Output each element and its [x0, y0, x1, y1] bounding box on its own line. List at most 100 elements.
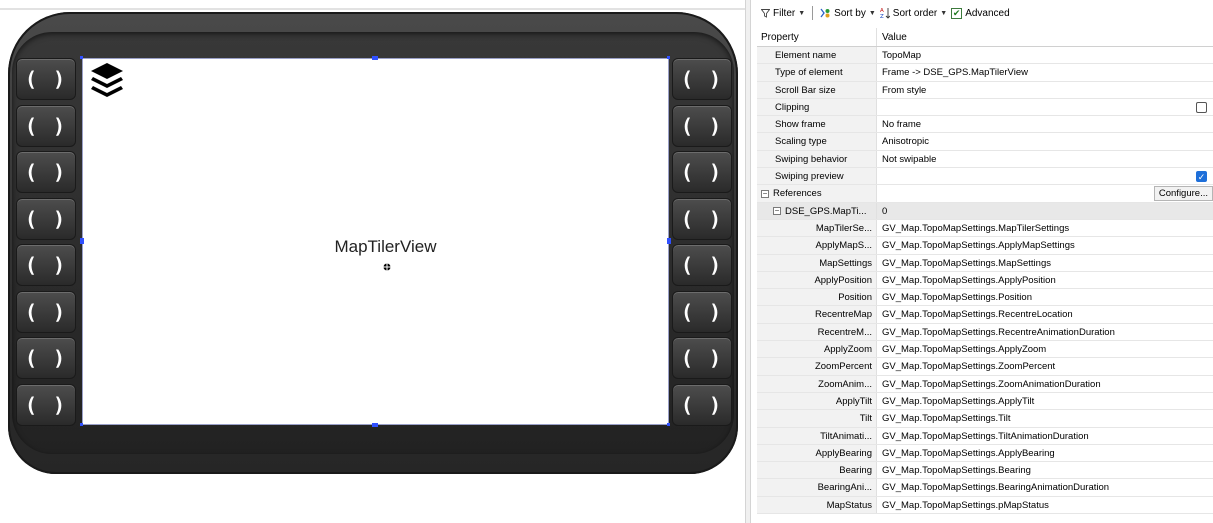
property-value[interactable]: Not swipable	[877, 151, 1213, 167]
right-softkey-1[interactable]: ( )	[672, 58, 732, 100]
resize-handle-top-right[interactable]	[667, 56, 670, 59]
reference-row[interactable]: Bearing GV_Map.TopoMapSettings.Bearing	[757, 462, 1213, 480]
reference-value[interactable]: GV_Map.TopoMapSettings.BearingAnimationD…	[877, 479, 1213, 495]
filter-dropdown[interactable]: Filter ▼	[761, 8, 805, 19]
advanced-checkbox[interactable]: ✔	[951, 7, 963, 19]
reference-value[interactable]: GV_Map.TopoMapSettings.ZoomAnimationDura…	[877, 376, 1213, 392]
reference-value[interactable]: GV_Map.TopoMapSettings.Bearing	[877, 462, 1213, 478]
configure-button[interactable]: Configure...	[1153, 186, 1213, 202]
sort-order-dropdown[interactable]: A Z Sort order ▼	[880, 7, 947, 20]
reference-value[interactable]: GV_Map.TopoMapSettings.RecentreLocation	[877, 306, 1213, 322]
reference-row[interactable]: MapTilerSe... GV_Map.TopoMapSettings.MapT…	[757, 219, 1213, 238]
collapse-icon[interactable]: −	[761, 189, 769, 198]
reference-value[interactable]: GV_Map.TopoMapSettings.ApplyPosition	[877, 272, 1213, 288]
right-softkey-6[interactable]: ( )	[672, 290, 732, 333]
left-softkey-6[interactable]: ( )	[16, 290, 76, 333]
property-value[interactable]: No frame	[877, 116, 1213, 132]
reference-value[interactable]: GV_Map.TopoMapSettings.ApplyBearing	[877, 445, 1213, 461]
resize-handle-bottom-left[interactable]	[80, 423, 83, 426]
reference-row[interactable]: ZoomPercent GV_Map.TopoMapSettings.ZoomPe…	[757, 358, 1213, 376]
property-row[interactable]: Element name TopoMap	[757, 47, 1213, 65]
anchor-point-icon[interactable]	[383, 263, 391, 271]
property-value[interactable]: TopoMap	[877, 47, 1213, 63]
property-row[interactable]: Clipping	[757, 98, 1213, 117]
advanced-toggle[interactable]: ✔ Advanced	[951, 7, 1010, 19]
reference-name: RecentreM...	[757, 323, 877, 341]
property-column-header[interactable]: Property	[757, 28, 877, 46]
left-softkey-5[interactable]: ( )	[16, 244, 76, 286]
reference-row[interactable]: RecentreMap GV_Map.TopoMapSettings.Recent…	[757, 306, 1213, 324]
reference-value[interactable]: GV_Map.TopoMapSettings.TiltAnimationDura…	[877, 428, 1213, 444]
right-softkey-3[interactable]: ( )	[672, 151, 732, 193]
left-softkey-1[interactable]: ( )	[16, 58, 76, 100]
property-value[interactable]	[877, 99, 1213, 115]
references-group-row[interactable]: − References Configure...	[757, 185, 1213, 203]
reference-value[interactable]: GV_Map.TopoMapSettings.ApplyMapSettings	[877, 237, 1213, 253]
property-name: Scaling type	[757, 133, 877, 150]
right-softkey-2[interactable]: ( )	[672, 104, 732, 147]
right-softkey-7[interactable]: ( )	[672, 337, 732, 379]
left-softkey-3[interactable]: ( )	[16, 151, 76, 193]
property-checkbox[interactable]: ✓	[1196, 171, 1207, 183]
resize-handle-top[interactable]	[372, 56, 378, 60]
sort-by-dropdown[interactable]: Sort by ▼	[820, 8, 876, 19]
left-softkey-7[interactable]: ( )	[16, 337, 76, 379]
reference-value[interactable]: GV_Map.TopoMapSettings.ApplyZoom	[877, 341, 1213, 357]
property-checkbox[interactable]	[1196, 101, 1207, 113]
right-softkey-8[interactable]: ( )	[672, 383, 732, 426]
reference-row[interactable]: ApplyTilt GV_Map.TopoMapSettings.ApplyTil…	[757, 392, 1213, 411]
reference-row[interactable]: RecentreM... GV_Map.TopoMapSettings.Recen…	[757, 323, 1213, 342]
reference-subgroup-value[interactable]: 0	[877, 202, 1213, 219]
reference-name: ApplyPosition	[757, 271, 877, 289]
right-softkey-4[interactable]: ( )	[672, 197, 732, 240]
reference-value[interactable]: GV_Map.TopoMapSettings.ZoomPercent	[877, 358, 1213, 374]
reference-row[interactable]: ApplyBearing GV_Map.TopoMapSettings.Apply…	[757, 444, 1213, 463]
resize-handle-bottom[interactable]	[372, 423, 378, 427]
reference-value[interactable]: GV_Map.TopoMapSettings.pMapStatus	[877, 497, 1213, 513]
reference-row[interactable]: Position GV_Map.TopoMapSettings.Position	[757, 289, 1213, 307]
left-softkey-8[interactable]: ( )	[16, 383, 76, 426]
reference-value[interactable]: GV_Map.TopoMapSettings.MapTilerSettings	[877, 220, 1213, 236]
reference-value[interactable]: GV_Map.TopoMapSettings.MapSettings	[877, 255, 1213, 271]
reference-name: ZoomAnim...	[757, 375, 877, 392]
reference-value[interactable]: GV_Map.TopoMapSettings.Tilt	[877, 410, 1213, 426]
reference-row[interactable]: ApplyPosition GV_Map.TopoMapSettings.Appl…	[757, 271, 1213, 290]
property-row[interactable]: Show frame No frame	[757, 116, 1213, 134]
maptiler-view-element[interactable]: MapTilerView	[82, 58, 669, 425]
resize-handle-right[interactable]	[667, 238, 671, 244]
reference-row[interactable]: TiltAnimati... GV_Map.TopoMapSettings.Til…	[757, 427, 1213, 445]
reference-value[interactable]: GV_Map.TopoMapSettings.Position	[877, 289, 1213, 305]
reference-subgroup-label: DSE_GPS.MapTi...	[785, 205, 867, 217]
layers-icon	[91, 63, 123, 97]
property-value[interactable]: From style	[877, 82, 1213, 98]
reference-value[interactable]: GV_Map.TopoMapSettings.ApplyTilt	[877, 393, 1213, 409]
reference-row[interactable]: BearingAni... GV_Map.TopoMapSettings.Bear…	[757, 479, 1213, 497]
property-value[interactable]: Anisotropic	[877, 133, 1213, 149]
property-value[interactable]: ✓	[877, 168, 1213, 184]
property-row[interactable]: Swiping preview ✓	[757, 168, 1213, 186]
property-value[interactable]: Frame -> DSE_GPS.MapTilerView	[877, 64, 1213, 80]
reference-row[interactable]: ApplyZoom GV_Map.TopoMapSettings.ApplyZoo…	[757, 341, 1213, 359]
property-row[interactable]: Scroll Bar size From style	[757, 81, 1213, 99]
property-row[interactable]: Scaling type Anisotropic	[757, 133, 1213, 151]
reference-row[interactable]: Tilt GV_Map.TopoMapSettings.Tilt	[757, 410, 1213, 428]
property-row[interactable]: Type of element Frame -> DSE_GPS.MapTiler…	[757, 64, 1213, 82]
property-value-text: Frame -> DSE_GPS.MapTilerView	[882, 67, 1028, 79]
reference-subgroup-row[interactable]: − DSE_GPS.MapTi... 0	[757, 202, 1213, 220]
reference-row[interactable]: MapSettings GV_Map.TopoMapSettings.MapSet…	[757, 254, 1213, 272]
reference-row[interactable]: ApplyMapS... GV_Map.TopoMapSettings.Apply…	[757, 237, 1213, 255]
collapse-icon[interactable]: −	[773, 207, 781, 216]
reference-row[interactable]: ZoomAnim... GV_Map.TopoMapSettings.ZoomAn…	[757, 375, 1213, 393]
reference-row[interactable]: MapStatus GV_Map.TopoMapSettings.pMapStat…	[757, 496, 1213, 515]
reference-value[interactable]: GV_Map.TopoMapSettings.RecentreAnimation…	[877, 324, 1213, 340]
resize-handle-left[interactable]	[80, 238, 84, 244]
right-softkey-5[interactable]: ( )	[672, 244, 732, 286]
value-column-header[interactable]: Value	[877, 28, 1213, 46]
property-row[interactable]: Swiping behavior Not swipable	[757, 150, 1213, 169]
resize-handle-top-left[interactable]	[80, 56, 83, 59]
reference-name: ApplyTilt	[757, 392, 877, 410]
left-softkey-2[interactable]: ( )	[16, 104, 76, 147]
resize-handle-bottom-right[interactable]	[667, 423, 670, 426]
left-softkey-4[interactable]: ( )	[16, 197, 76, 240]
svg-text:Z: Z	[880, 14, 884, 19]
